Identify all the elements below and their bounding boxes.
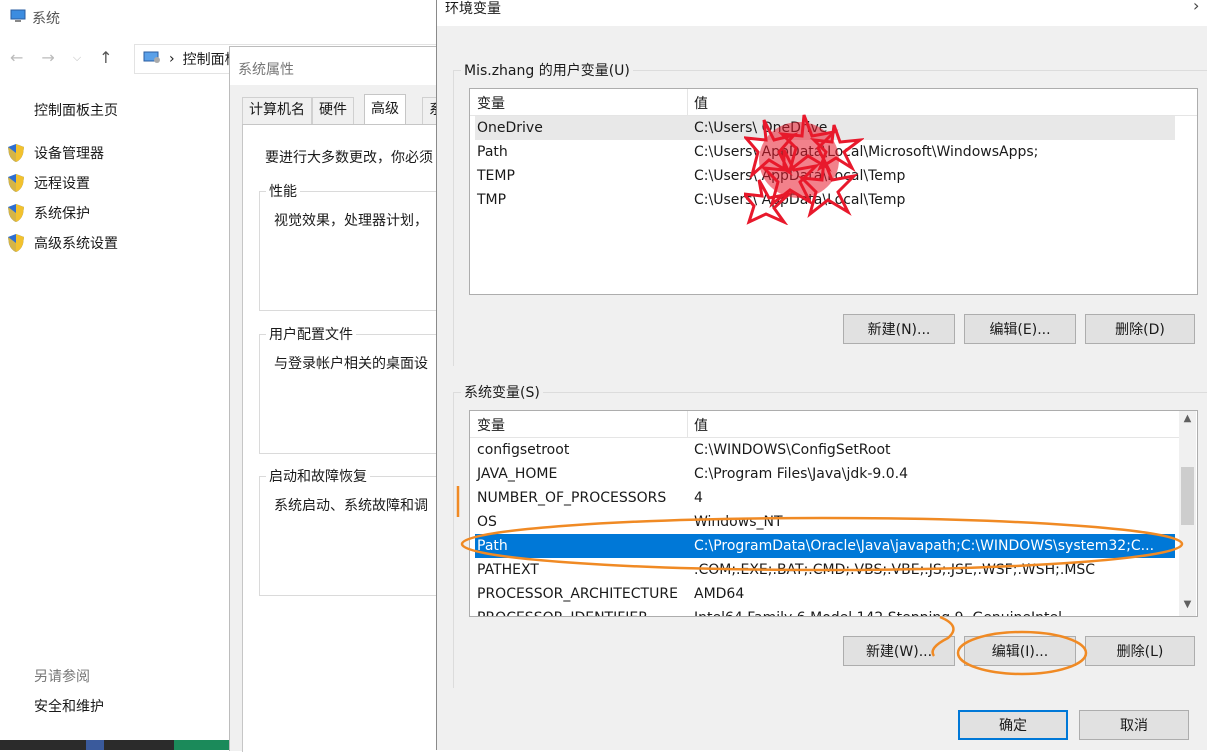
breadcrumb-separator: ›: [169, 51, 175, 67]
tab-computer-name[interactable]: 计算机名: [242, 97, 312, 124]
forward-arrow-icon[interactable]: →: [41, 48, 54, 67]
redaction-scribble: [744, 114, 864, 225]
system-edit-button[interactable]: 编辑(I)...: [964, 636, 1076, 666]
group-label: 启动和故障恢复: [266, 466, 370, 486]
control-panel-home-link[interactable]: 控制面板主页: [34, 100, 118, 120]
close-icon[interactable]: ›: [1193, 0, 1199, 15]
list-item[interactable]: NUMBER_OF_PROCESSORS 4: [475, 486, 1175, 510]
back-arrow-icon[interactable]: ←: [10, 48, 23, 67]
dialog-titlebar: [437, 0, 1207, 26]
shield-icon: [6, 233, 26, 253]
group-description: 与登录帐户相关的桌面设: [274, 356, 428, 372]
up-arrow-icon[interactable]: ↑: [99, 48, 112, 67]
list-item[interactable]: PROCESSOR_ARCHITECTURE AMD64: [475, 582, 1175, 606]
shield-icon: [6, 203, 26, 223]
group-label: Mis.zhang 的用户变量(U): [461, 60, 633, 80]
column-header-value[interactable]: 值: [694, 415, 708, 435]
user-delete-button[interactable]: 删除(D): [1085, 314, 1195, 344]
system-variables-list[interactable]: 变量 值 configsetroot C:\WINDOWS\ConfigSetR…: [469, 410, 1198, 617]
group-description: 视觉效果，处理器计划，: [274, 213, 428, 229]
group-label: 性能: [266, 181, 300, 201]
advanced-system-settings-link[interactable]: 高级系统设置: [6, 233, 118, 253]
group-label: 系统变量(S): [461, 382, 543, 402]
security-maintenance-link[interactable]: 安全和维护: [34, 696, 104, 716]
scroll-thumb[interactable]: [1181, 467, 1194, 525]
control-panel-icon: [143, 50, 161, 68]
admin-notice: 要进行大多数更改，你必须: [265, 150, 433, 166]
system-new-button[interactable]: 新建(W)...: [843, 636, 955, 666]
shield-icon: [6, 143, 26, 163]
user-new-button[interactable]: 新建(N)...: [843, 314, 955, 344]
cancel-button[interactable]: 取消: [1079, 710, 1189, 740]
taskbar-strip: [0, 740, 230, 750]
shield-icon: [6, 173, 26, 193]
window-title: 系统: [10, 8, 60, 28]
list-item[interactable]: JAVA_HOME C:\Program Files\Java\jdk-9.0.…: [475, 462, 1175, 486]
device-manager-link[interactable]: 设备管理器: [6, 143, 104, 163]
ok-button[interactable]: 确定: [958, 710, 1068, 740]
list-item-selected[interactable]: Path C:\ProgramData\Oracle\Java\javapath…: [475, 534, 1175, 558]
list-item[interactable]: OS Windows_NT: [475, 510, 1175, 534]
remote-settings-link[interactable]: 远程设置: [6, 173, 90, 193]
tab-advanced[interactable]: 高级: [364, 94, 406, 125]
computer-icon: [10, 9, 26, 27]
dialog-title: 系统属性: [238, 62, 294, 78]
group-description: 系统启动、系统故障和调: [274, 498, 428, 514]
column-header-name[interactable]: 变量: [477, 415, 505, 435]
group-label: 用户配置文件: [266, 324, 356, 344]
scroll-down-arrow-icon[interactable]: ▼: [1179, 599, 1196, 610]
list-item[interactable]: PROCESSOR_IDENTIFIER Intel64 Family 6 Mo…: [475, 606, 1175, 616]
advanced-tab-panel: 要进行大多数更改，你必须 性能 视觉效果，处理器计划， 用户配置文件 与登录帐户…: [242, 124, 480, 752]
dialog-title: 环境变量: [445, 1, 501, 17]
nav-buttons: ← → ⌵ ↑: [10, 48, 113, 67]
list-item[interactable]: PATHEXT .COM;.EXE;.BAT;.CMD;.VBS;.VBE;.J…: [475, 558, 1175, 582]
user-edit-button[interactable]: 编辑(E)...: [964, 314, 1076, 344]
system-properties-dialog: 系统属性 计算机名 硬件 高级 系 要进行大多数更改，你必须 性能 视觉效果，处…: [229, 46, 480, 752]
vertical-scrollbar[interactable]: ▲ ▼: [1179, 411, 1196, 616]
tab-hardware[interactable]: 硬件: [312, 97, 354, 124]
list-header: 变量 值: [470, 411, 1180, 438]
column-header-value[interactable]: 值: [694, 93, 708, 113]
chevron-down-icon[interactable]: ⌵: [73, 51, 81, 65]
scroll-up-arrow-icon[interactable]: ▲: [1179, 413, 1196, 424]
see-also-heading: 另请参阅: [34, 669, 90, 685]
column-header-name[interactable]: 变量: [477, 93, 505, 113]
system-delete-button[interactable]: 删除(L): [1085, 636, 1195, 666]
list-item[interactable]: configsetroot C:\WINDOWS\ConfigSetRoot: [475, 438, 1175, 462]
system-protection-link[interactable]: 系统保护: [6, 203, 90, 223]
